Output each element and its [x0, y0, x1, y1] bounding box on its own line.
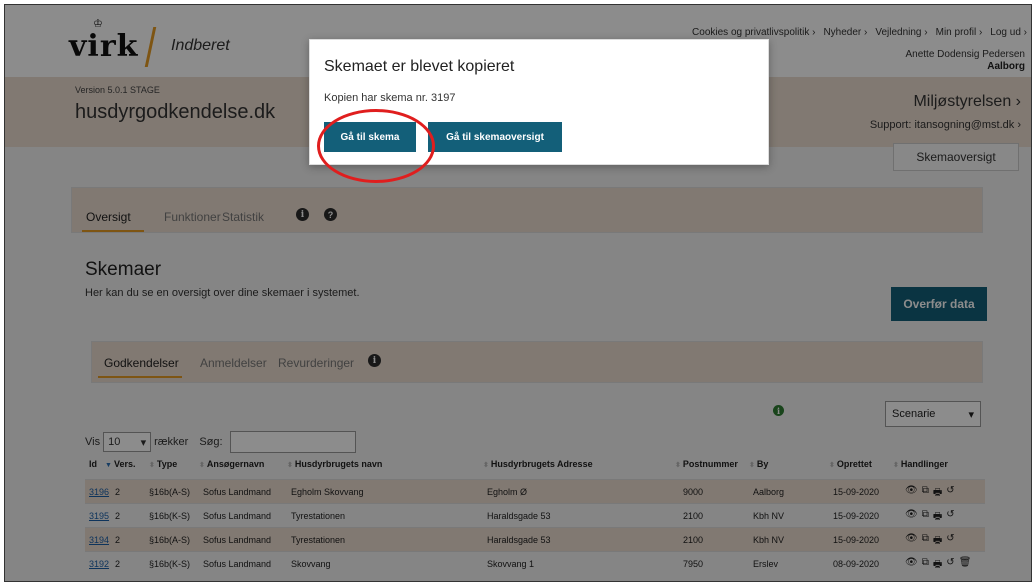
dialog-title: Skemaet er blevet kopieret — [324, 58, 515, 75]
dialog-message: Kopien har skema nr. 3197 — [324, 92, 456, 104]
go-to-overview-button[interactable]: Gå til skemaoversigt — [428, 122, 562, 152]
highlight-circle — [317, 109, 435, 183]
browser-frame: ♔ virk Indberet Cookies og privatlivspol… — [4, 4, 1032, 582]
page: ♔ virk Indberet Cookies og privatlivspol… — [5, 5, 1031, 581]
